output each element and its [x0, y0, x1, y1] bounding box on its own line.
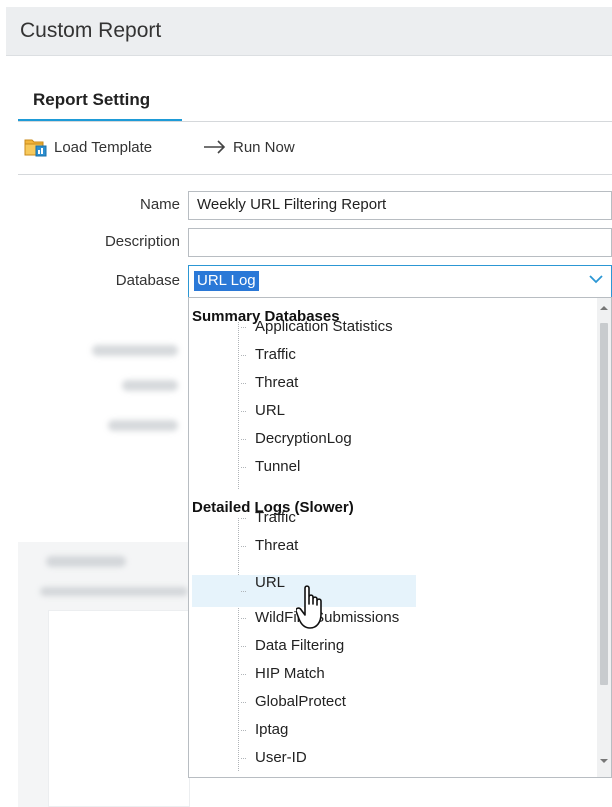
chevron-down-icon[interactable] [589, 274, 603, 284]
list-item-user-id[interactable]: User-ID [192, 744, 416, 772]
tab-divider [18, 121, 612, 122]
list-item-summary-threat[interactable]: Threat [192, 369, 416, 397]
list-item-iptag[interactable]: Iptag [192, 716, 416, 744]
folder-template-icon [24, 139, 47, 157]
dialog-title: Custom Report [20, 19, 162, 42]
run-now-button[interactable]: Run Now [203, 135, 295, 159]
scroll-up-icon[interactable] [600, 305, 608, 311]
tab-label: Report Setting [33, 90, 151, 109]
list-item-globalprotect[interactable]: GlobalProtect [192, 688, 416, 716]
query-builder-area [48, 610, 190, 807]
toolbar-divider [18, 174, 612, 175]
list-item-decryptionlog[interactable]: DecryptionLog [192, 425, 416, 453]
arrow-right-icon [204, 140, 226, 154]
scroll-down-icon[interactable] [600, 758, 608, 764]
database-dropdown-list[interactable]: Summary Databases Application Statistics… [188, 297, 612, 778]
database-selected-value: URL Log [194, 271, 259, 291]
load-template-label: Load Template [54, 138, 153, 156]
database-label: Database [115, 272, 180, 289]
list-item-application-statistics[interactable]: Application Statistics [192, 313, 416, 341]
load-template-button[interactable]: Load Template [24, 135, 152, 159]
list-item-detailed-traffic[interactable]: Traffic [192, 504, 416, 532]
blurred-query-builder-hint [40, 587, 188, 596]
name-field[interactable]: Weekly URL Filtering Report [188, 191, 612, 220]
hand-pointer-cursor-icon [296, 585, 322, 629]
list-item-summary-url[interactable]: URL [192, 397, 416, 425]
list-item-detailed-threat[interactable]: Threat [192, 532, 416, 560]
name-label: Name [139, 196, 180, 213]
tab-report-setting[interactable]: Report Setting [18, 86, 182, 122]
blurred-field-label [92, 345, 178, 356]
blurred-query-builder-title [46, 556, 126, 567]
list-item-hip-match[interactable]: HIP Match [192, 660, 416, 688]
description-field[interactable] [188, 228, 612, 257]
run-now-label: Run Now [233, 138, 295, 156]
blurred-field-label [108, 420, 178, 431]
dialog-titlebar: Custom Report [6, 7, 612, 56]
list-item-data-filtering[interactable]: Data Filtering [192, 632, 416, 660]
list-item-summary-traffic[interactable]: Traffic [192, 341, 416, 369]
description-label: Description [104, 233, 180, 250]
database-select[interactable]: URL Log [188, 265, 612, 297]
list-item-tunnel[interactable]: Tunnel [192, 453, 416, 481]
scrollbar-thumb[interactable] [600, 323, 608, 685]
blurred-field-label [122, 380, 178, 391]
dropdown-scrollbar[interactable] [597, 298, 611, 777]
